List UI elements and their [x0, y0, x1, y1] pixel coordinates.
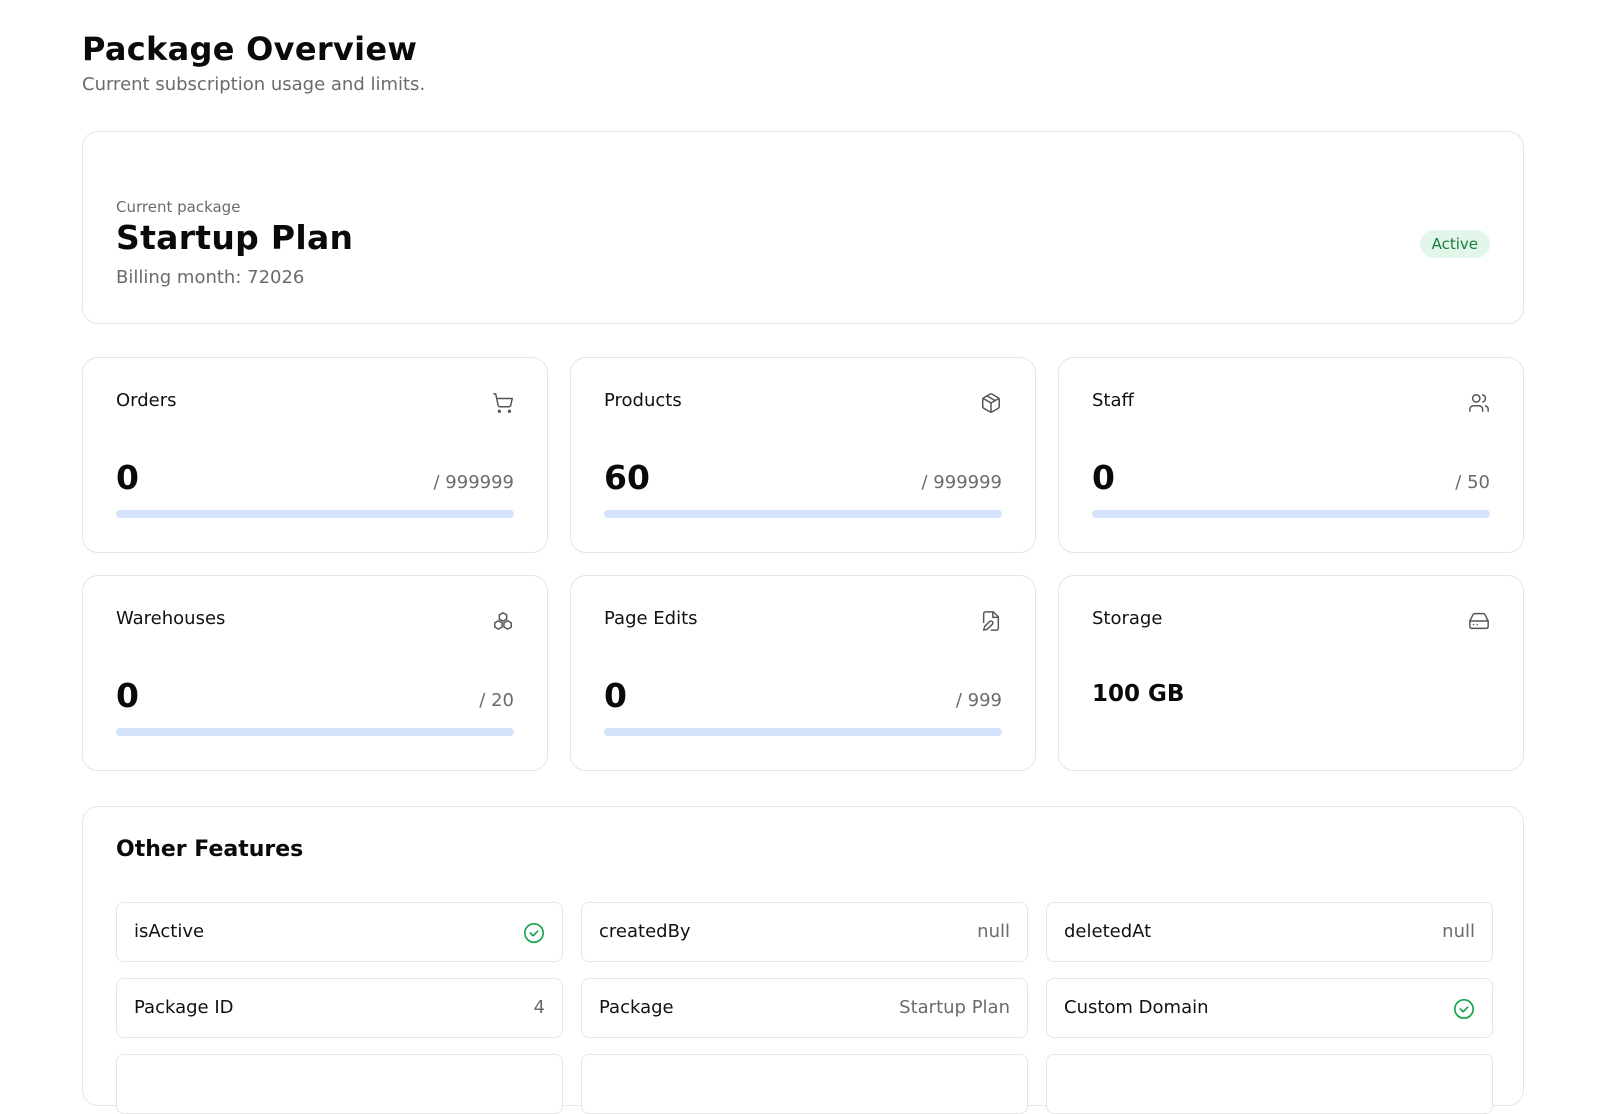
stat-limit: / 999999	[922, 472, 1003, 493]
feature-item-deleted-at: deletedAt null	[1046, 902, 1493, 962]
feature-item-package-id: Package ID 4	[116, 978, 563, 1038]
current-package-card: Current package Startup Plan Billing mon…	[82, 131, 1524, 324]
page-title: Package Overview	[82, 30, 417, 68]
package-icon	[980, 392, 1002, 414]
usage-progress-bar	[1092, 510, 1490, 518]
hard-drive-icon	[1468, 610, 1490, 632]
feature-label: deletedAt	[1064, 921, 1151, 942]
check-circle-icon	[523, 922, 545, 944]
stat-card-products: Products 60 / 999999	[570, 357, 1036, 553]
other-features-card: Other Features isActive createdBy null d…	[82, 806, 1524, 1106]
feature-item	[581, 1054, 1028, 1114]
stat-limit: / 20	[479, 690, 514, 711]
feature-label: isActive	[134, 921, 204, 942]
stat-limit: / 999	[956, 690, 1002, 711]
feature-item-package: Package Startup Plan	[581, 978, 1028, 1038]
package-name: Startup Plan	[116, 218, 353, 257]
stat-card-orders: Orders 0 / 999999	[82, 357, 548, 553]
stat-card-warehouses: Warehouses 0 / 20	[82, 575, 548, 771]
stat-label: Warehouses	[116, 608, 225, 629]
stat-value: 100 GB	[1092, 681, 1184, 707]
feature-item	[116, 1054, 563, 1114]
usage-progress-bar	[116, 510, 514, 518]
stat-card-storage: Storage 100 GB	[1058, 575, 1524, 771]
check-circle-icon	[1453, 998, 1475, 1020]
usage-progress-bar	[604, 728, 1002, 736]
feature-label: Package	[599, 997, 674, 1018]
page-subtitle: Current subscription usage and limits.	[82, 74, 425, 95]
stat-label: Orders	[116, 390, 177, 411]
usage-progress-bar	[116, 728, 514, 736]
stat-card-staff: Staff 0 / 50	[1058, 357, 1524, 553]
file-edit-icon	[980, 610, 1002, 632]
stat-value: 0	[604, 676, 627, 715]
stat-label: Staff	[1092, 390, 1134, 411]
feature-item-is-active: isActive	[116, 902, 563, 962]
stat-label: Storage	[1092, 608, 1162, 629]
stat-value: 0	[1092, 458, 1115, 497]
status-badge: Active	[1420, 230, 1490, 258]
users-icon	[1468, 392, 1490, 414]
boxes-icon	[492, 610, 514, 632]
current-package-label: Current package	[116, 198, 240, 216]
feature-label: createdBy	[599, 921, 691, 942]
feature-item-custom-domain: Custom Domain	[1046, 978, 1493, 1038]
usage-progress-bar	[604, 510, 1002, 518]
stat-limit: / 50	[1455, 472, 1490, 493]
stat-value: 0	[116, 676, 139, 715]
stat-card-page-edits: Page Edits 0 / 999	[570, 575, 1036, 771]
feature-value: null	[1442, 921, 1475, 942]
billing-month: Billing month: 72026	[116, 267, 304, 288]
section-title: Other Features	[116, 837, 303, 862]
feature-value: Startup Plan	[899, 997, 1010, 1018]
stat-label: Products	[604, 390, 682, 411]
stat-value: 60	[604, 458, 650, 497]
feature-label: Custom Domain	[1064, 997, 1209, 1018]
feature-label: Package ID	[134, 997, 234, 1018]
feature-value: 4	[534, 997, 545, 1018]
feature-value: null	[977, 921, 1010, 942]
stat-limit: / 999999	[434, 472, 515, 493]
stat-label: Page Edits	[604, 608, 698, 629]
feature-item-created-by: createdBy null	[581, 902, 1028, 962]
cart-icon	[492, 392, 514, 414]
feature-item	[1046, 1054, 1493, 1114]
stat-value: 0	[116, 458, 139, 497]
